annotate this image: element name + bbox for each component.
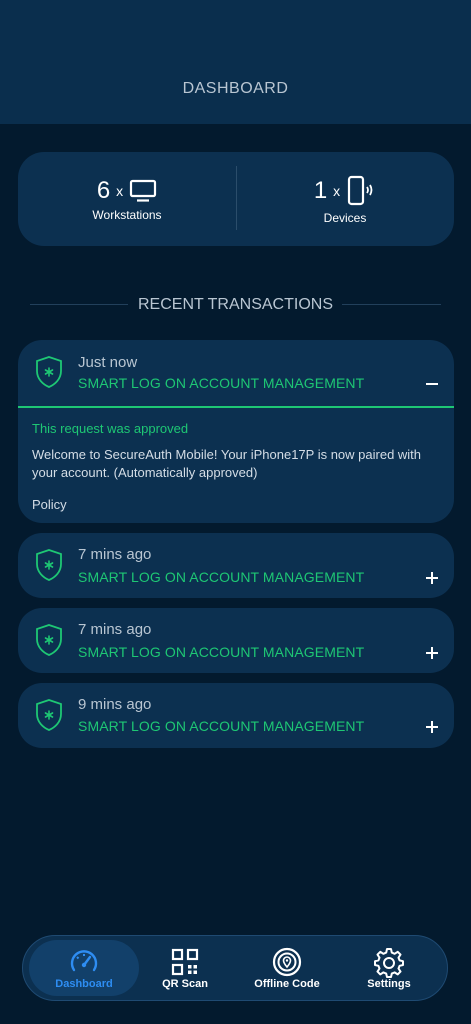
- policy-link[interactable]: Policy: [32, 497, 67, 512]
- plus-icon[interactable]: [424, 570, 440, 586]
- transaction-message: Welcome to SecureAuth Mobile! Your iPhon…: [32, 447, 422, 480]
- shield-icon: [36, 699, 62, 731]
- section-divider-right: [342, 304, 441, 305]
- location-target-icon: [272, 947, 302, 977]
- workstations-times: x: [116, 183, 124, 199]
- workstations-label: Workstations: [92, 208, 162, 222]
- shield-icon: [36, 549, 62, 581]
- shield-icon: [36, 624, 62, 656]
- workstations-summary[interactable]: 6 x Workstations: [18, 152, 236, 246]
- minus-icon[interactable]: [424, 376, 440, 392]
- transaction-time: 7 mins ago: [78, 621, 152, 638]
- transaction-card[interactable]: 7 mins ago SMART LOG ON ACCOUNT MANAGEME…: [18, 608, 454, 673]
- speedometer-icon: [70, 950, 98, 972]
- devices-count: 1: [313, 177, 328, 204]
- page-title: DASHBOARD: [182, 80, 289, 97]
- recent-transactions-header: RECENT TRANSACTIONS: [0, 296, 471, 316]
- shield-icon: [36, 356, 62, 388]
- section-title: RECENT TRANSACTIONS: [138, 296, 333, 313]
- nav-label-qr-scan: QR Scan: [162, 978, 208, 990]
- workstations-count: 6: [96, 177, 111, 204]
- transaction-card[interactable]: Just now SMART LOG ON ACCOUNT MANAGEMENT…: [18, 340, 454, 523]
- nav-label-settings: Settings: [367, 978, 411, 990]
- nav-tab-qr-scan[interactable]: QR Scan: [135, 936, 235, 1000]
- expanded-divider: [18, 406, 454, 408]
- nav-label-dashboard: Dashboard: [55, 978, 113, 990]
- transaction-time: Just now: [78, 354, 138, 371]
- nav-tab-dashboard[interactable]: Dashboard: [23, 936, 145, 1000]
- transaction-card[interactable]: 7 mins ago SMART LOG ON ACCOUNT MANAGEME…: [18, 533, 454, 598]
- app-header: DASHBOARD: [0, 0, 471, 124]
- nav-tab-settings[interactable]: Settings: [339, 936, 439, 1000]
- gear-icon: [374, 948, 404, 978]
- phone-icon: [348, 175, 373, 206]
- nav-tab-offline-code[interactable]: Offline Code: [235, 936, 339, 1000]
- approval-status: This request was approved: [32, 421, 189, 436]
- transaction-name: SMART LOG ON ACCOUNT MANAGEMENT: [78, 375, 365, 391]
- devices-summary[interactable]: 1 x Devices: [236, 152, 454, 246]
- nav-label-offline-code: Offline Code: [254, 978, 320, 990]
- bottom-nav-bar: Dashboard QR Scan Offline Code Settings: [22, 935, 448, 1001]
- transaction-name: SMART LOG ON ACCOUNT MANAGEMENT: [78, 644, 365, 660]
- plus-icon[interactable]: [424, 645, 440, 661]
- devices-label: Devices: [323, 211, 367, 225]
- plus-icon[interactable]: [424, 719, 440, 735]
- transaction-time: 7 mins ago: [78, 546, 152, 563]
- transaction-name: SMART LOG ON ACCOUNT MANAGEMENT: [78, 569, 365, 585]
- transaction-name: SMART LOG ON ACCOUNT MANAGEMENT: [78, 718, 365, 734]
- transaction-card[interactable]: 9 mins ago SMART LOG ON ACCOUNT MANAGEME…: [18, 683, 454, 748]
- device-summary-card: 6 x Workstations 1 x Devices: [18, 152, 454, 246]
- transaction-time: 9 mins ago: [78, 696, 152, 713]
- devices-times: x: [333, 183, 341, 199]
- monitor-icon: [130, 179, 157, 202]
- qr-code-icon: [171, 948, 199, 976]
